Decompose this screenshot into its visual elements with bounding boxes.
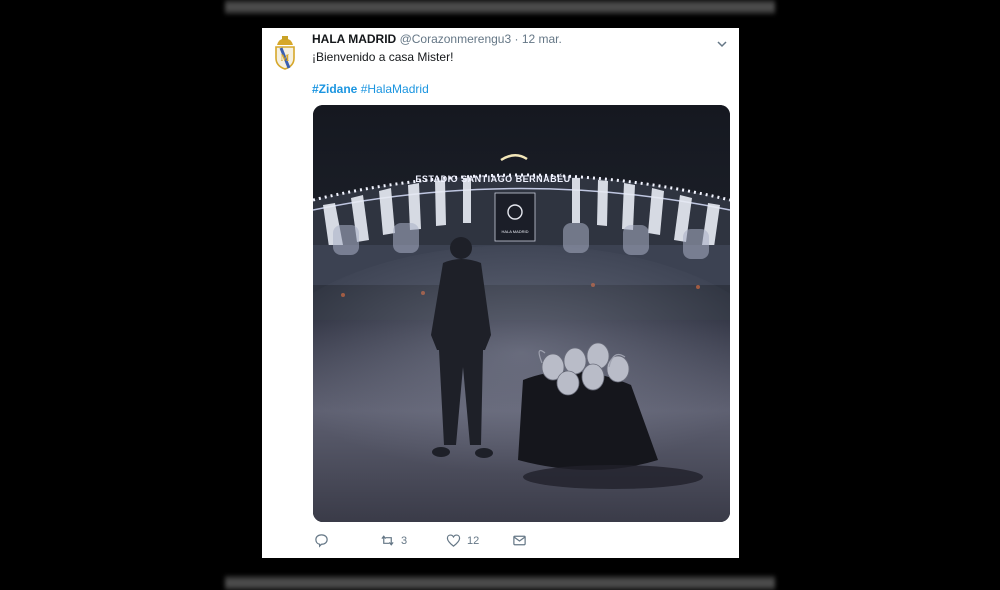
user-handle[interactable]: @Corazonmerengu3 <box>400 32 512 46</box>
tweet-date[interactable]: 12 mar. <box>522 32 562 46</box>
like-button[interactable]: 12 <box>446 533 479 548</box>
avatar[interactable]: M <box>271 36 299 70</box>
envelope-icon <box>513 535 526 546</box>
reply-button[interactable] <box>314 533 329 548</box>
frame-bottom-edge <box>225 576 775 590</box>
frame-top-edge <box>225 0 775 14</box>
chevron-down-icon[interactable] <box>717 36 727 48</box>
heart-icon <box>446 534 461 547</box>
display-name[interactable]: HALA MADRID <box>312 32 396 46</box>
like-count: 12 <box>467 534 480 547</box>
hashtag-list: #Zidane #HalaMadrid <box>312 81 429 97</box>
banner-text: HALA MADRID <box>501 229 528 234</box>
reply-icon <box>315 534 328 548</box>
hashtag-halamadrid[interactable]: #HalaMadrid <box>361 82 429 96</box>
tweet-card[interactable]: M HALA MADRID @Corazonmerengu3 · 12 mar.… <box>262 28 739 558</box>
svg-text:M: M <box>281 53 290 63</box>
stadium-sign: ESTADIO SANTIAGO BERNABÉU <box>415 174 570 184</box>
separator-dot: · <box>514 32 519 46</box>
tweet-text: ¡Bienvenido a casa Mister! <box>312 50 454 64</box>
hashtag-label: #Zidane <box>312 82 358 96</box>
stadium-photo: HALA MADRID ESTADIO SANTIAGO BERNABÉU <box>313 105 730 522</box>
tweet-image[interactable]: HALA MADRID ESTADIO SANTIAGO BERNABÉU <box>313 105 730 522</box>
tweet-actions: 3 12 <box>314 533 614 553</box>
retweet-count: 3 <box>401 534 408 547</box>
real-madrid-crest-icon: M <box>275 36 295 70</box>
retweet-button[interactable]: 3 <box>380 533 407 548</box>
direct-message-button[interactable] <box>512 533 527 548</box>
hashtag-zidane[interactable]: #Zidane <box>312 82 357 96</box>
retweet-icon <box>381 535 394 546</box>
tweet-header: HALA MADRID @Corazonmerengu3 · 12 mar. <box>312 32 562 46</box>
